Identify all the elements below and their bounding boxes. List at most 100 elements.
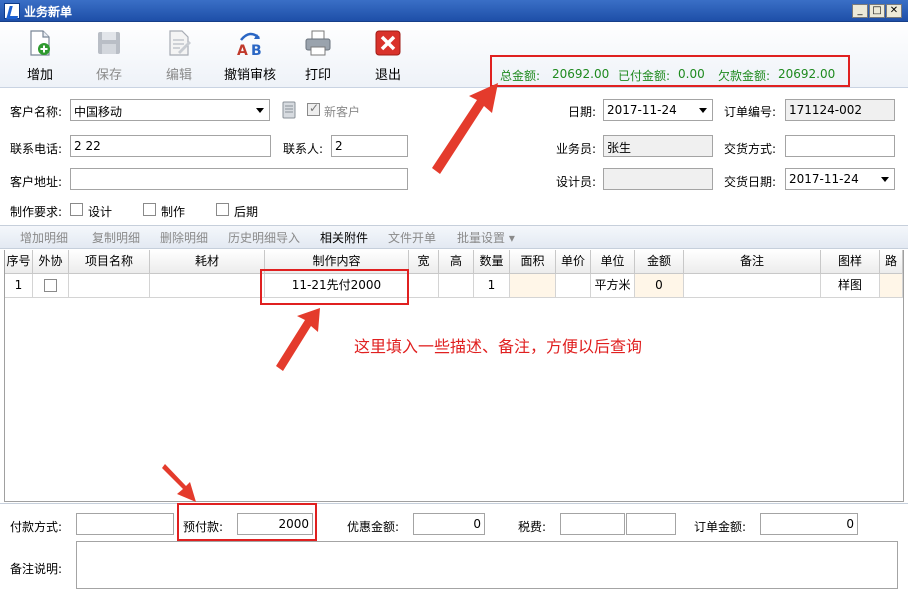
add-button[interactable]: 增加 — [18, 28, 62, 84]
cell-amount[interactable]: 0 — [635, 274, 684, 298]
column-header[interactable]: 路 — [880, 250, 903, 274]
cell-note[interactable] — [684, 274, 821, 298]
floppy-disk-icon — [98, 32, 120, 54]
batch-settings-dropdown[interactable]: 批量设置 ▾ — [457, 229, 515, 246]
contact-person-label: 联系人: — [283, 142, 324, 156]
close-window-button[interactable]: ✕ — [886, 4, 902, 18]
total-amount-value: 20692.00 — [552, 67, 610, 81]
tax-label: 税费: — [518, 520, 547, 534]
column-header[interactable]: 高 — [439, 250, 474, 274]
contact-person-field[interactable]: 2 — [331, 135, 408, 157]
make-checkbox-label: 制作 — [161, 205, 186, 219]
outsource-checkbox[interactable] — [44, 279, 57, 292]
save-button-label: 保存 — [95, 68, 122, 83]
cell-price[interactable] — [556, 274, 591, 298]
designer-label: 设计员: — [556, 175, 597, 189]
requirements-label: 制作要求: — [10, 205, 63, 219]
annotation-text: 这里填入一些描述、备注，方便以后查询 — [354, 337, 643, 356]
tax-field-1[interactable] — [560, 513, 625, 535]
column-header[interactable]: 项目名称 — [69, 250, 150, 274]
post-processing-checkbox[interactable] — [216, 203, 229, 216]
date-value: 2017-11-24 — [607, 103, 677, 117]
salesman-label: 业务员: — [556, 142, 597, 156]
delivery-date-picker[interactable]: 2017-11-24 — [785, 168, 895, 190]
cell-height[interactable] — [439, 274, 474, 298]
column-header[interactable]: 宽 — [409, 250, 439, 274]
column-header[interactable]: 外协 — [33, 250, 69, 274]
chevron-down-icon[interactable] — [878, 171, 892, 187]
column-header[interactable]: 金额 — [635, 250, 684, 274]
revoke-review-button[interactable]: A B 撤销审核 — [222, 28, 278, 84]
column-header[interactable]: 图样 — [821, 250, 880, 274]
cell-quantity[interactable]: 1 — [474, 274, 510, 298]
cell-material[interactable] — [150, 274, 265, 298]
design-checkbox-label: 设计 — [88, 205, 113, 219]
cell-project[interactable] — [69, 274, 150, 298]
delivery-method-field[interactable] — [785, 135, 895, 157]
chevron-down-icon[interactable] — [253, 102, 267, 118]
date-picker[interactable]: 2017-11-24 — [603, 99, 713, 121]
copy-detail-button[interactable]: 复制明细 — [92, 229, 140, 246]
column-header[interactable]: 序号 — [5, 250, 33, 274]
cell-seq[interactable]: 1 — [5, 274, 33, 298]
save-button[interactable]: 保存 — [87, 28, 131, 84]
post-processing-label: 后期 — [234, 205, 259, 219]
minimize-button[interactable]: _ — [852, 4, 868, 18]
column-header[interactable]: 面积 — [510, 250, 556, 274]
new-customer-label: 新客户 — [324, 105, 361, 119]
paid-amount-label: 已付金额: — [618, 69, 671, 83]
printer-icon — [305, 30, 331, 56]
remark-label: 备注说明: — [10, 562, 63, 576]
cell-unit[interactable]: 平方米 — [591, 274, 635, 298]
attachments-button[interactable]: 相关附件 — [320, 229, 368, 246]
cell-area[interactable] — [510, 274, 556, 298]
remark-textarea[interactable] — [76, 541, 898, 589]
cell-outsource[interactable] — [33, 274, 69, 298]
maximize-button[interactable]: □ — [869, 4, 885, 18]
customer-name-label: 客户名称: — [10, 105, 63, 119]
print-button[interactable]: 打印 — [296, 28, 340, 84]
cell-width[interactable] — [409, 274, 439, 298]
contact-card-icon[interactable] — [282, 101, 296, 119]
salesman-field[interactable]: 张生 — [603, 135, 713, 157]
title-bar — [0, 0, 908, 22]
designer-field[interactable] — [603, 168, 713, 190]
history-import-button[interactable]: 历史明细导入 — [228, 229, 300, 246]
payment-method-field[interactable] — [76, 513, 174, 535]
payment-method-label: 付款方式: — [10, 520, 63, 534]
customer-name-select[interactable]: 中国移动 — [70, 99, 270, 121]
file-order-button[interactable]: 文件开单 — [388, 229, 436, 246]
column-header[interactable]: 备注 — [684, 250, 821, 274]
column-header[interactable]: 单价 — [556, 250, 591, 274]
tax-field-2[interactable] — [626, 513, 676, 535]
edit-button[interactable]: 编辑 — [157, 28, 201, 84]
add-detail-button[interactable]: 增加明细 — [20, 229, 68, 246]
bottom-divider — [0, 503, 908, 504]
design-checkbox[interactable] — [70, 203, 83, 216]
date-label: 日期: — [568, 105, 597, 119]
new-document-icon — [30, 30, 50, 56]
column-header[interactable]: 单位 — [591, 250, 635, 274]
order-amount-field[interactable]: 0 — [760, 513, 858, 535]
exit-button[interactable]: 退出 — [366, 28, 410, 84]
address-field[interactable] — [70, 168, 408, 190]
order-number-field[interactable]: 171124-002 — [785, 99, 895, 121]
svg-text:A: A — [237, 43, 248, 58]
phone-field[interactable]: 2 22 — [70, 135, 271, 157]
discount-field[interactable]: 0 — [413, 513, 485, 535]
delivery-date-label: 交货日期: — [724, 175, 777, 189]
new-customer-checkbox[interactable] — [307, 101, 320, 116]
delete-detail-button[interactable]: 删除明细 — [160, 229, 208, 246]
column-header[interactable]: 数量 — [474, 250, 510, 274]
make-checkbox[interactable] — [143, 203, 156, 216]
column-header[interactable]: 耗材 — [150, 250, 265, 274]
chevron-down-icon[interactable] — [696, 102, 710, 118]
cell-sample[interactable]: 样图 — [821, 274, 880, 298]
order-number-label: 订单编号: — [724, 105, 777, 119]
owed-amount-value: 20692.00 — [778, 67, 836, 81]
arrow-to-summary — [432, 83, 498, 174]
prepaid-field[interactable]: 2000 — [237, 513, 313, 535]
delivery-method-label: 交货方式: — [724, 142, 777, 156]
print-button-label: 打印 — [304, 68, 331, 83]
cell-route[interactable] — [880, 274, 903, 298]
